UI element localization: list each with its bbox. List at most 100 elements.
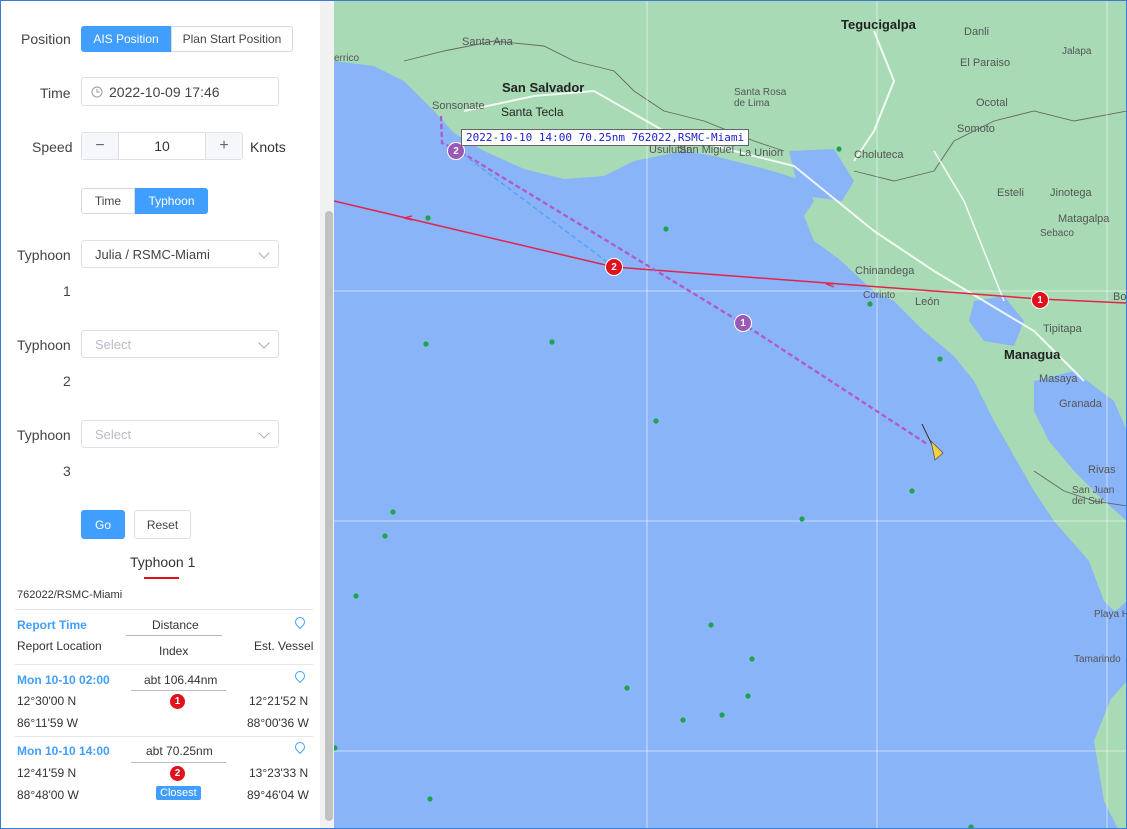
place-label: Chinandega [855, 265, 915, 277]
typhoon-3-label: Typhoon [17, 427, 71, 443]
place-label: León [915, 296, 940, 308]
typhoon-3-placeholder: Select [95, 427, 132, 442]
city-managua: Managua [1004, 347, 1061, 362]
map-canvas[interactable] [334, 1, 1127, 828]
chevron-down-icon [258, 337, 270, 349]
place-label: Ocotal [976, 97, 1008, 109]
mode-time-button[interactable]: Time [81, 188, 135, 214]
location-pin-icon[interactable] [292, 739, 308, 755]
typhoon-1-index: 1 [63, 283, 71, 299]
header-report-location: Report Location [17, 639, 102, 653]
place-label: Santa Ana [462, 36, 513, 48]
place-label: Somoto [957, 123, 995, 135]
row-1-distance: abt 106.44nm [144, 673, 218, 687]
city-tegucigalpa: Tegucigalpa [841, 17, 916, 32]
reset-button[interactable]: Reset [134, 510, 191, 539]
panel-scrollbar-thumb[interactable] [325, 211, 333, 821]
position-label: Position [21, 31, 71, 47]
row-1-index-badge: 1 [170, 694, 185, 709]
typhoon-1-select[interactable]: Julia / RSMC-Miami [81, 240, 279, 268]
place-label: Jalapa [1062, 46, 1092, 57]
ais-position-button[interactable]: AIS Position [81, 26, 171, 52]
speed-unit: Knots [250, 139, 286, 155]
place-label: Jinotega [1050, 187, 1092, 199]
speed-label: Speed [32, 139, 73, 155]
place-label: Playa H [1094, 609, 1127, 620]
mode-typhoon-button[interactable]: Typhoon [135, 188, 208, 214]
decrease-speed-button[interactable]: − [82, 133, 118, 159]
time-label: Time [40, 85, 71, 101]
header-index: Index [159, 644, 189, 658]
place-label: Masaya [1039, 373, 1078, 385]
result-tab-typhoon-1[interactable]: Typhoon 1 [130, 554, 195, 570]
divider [15, 736, 313, 737]
row-2-vessel-lon: 89°46'04 W [247, 788, 309, 802]
place-label: Choluteca [854, 149, 904, 161]
typhoon-3-index: 3 [63, 463, 71, 479]
city-san-salvador: San Salvador [502, 80, 585, 95]
row-1-vessel-lat: 12°21'52 N [249, 694, 309, 708]
row-1-vessel-lon: 88°00'36 W [247, 716, 309, 730]
place-label: El Paraiso [960, 57, 1011, 69]
typhoon-2-label: Typhoon [17, 337, 71, 353]
typhoon-1-value: Julia / RSMC-Miami [95, 247, 210, 262]
row-1-lon: 86°11'59 W [17, 716, 78, 730]
position-toggle: AIS Position Plan Start Position [81, 26, 293, 52]
typhoon-marker-2[interactable]: 2 [605, 258, 623, 276]
location-pin-icon[interactable] [292, 668, 308, 684]
place-label: San Juan del Sur [1072, 485, 1115, 507]
place-label: Tipitapa [1043, 323, 1082, 335]
active-tab-indicator [144, 577, 179, 579]
divider [126, 635, 222, 636]
result-source: 762022/RSMC-Miami [17, 589, 123, 601]
header-distance: Distance [152, 618, 199, 632]
location-pin-icon[interactable] [292, 614, 308, 630]
mode-toggle: Time Typhoon [81, 188, 208, 214]
place-label: Santa Rosa de Lima [734, 87, 787, 109]
divider [131, 690, 226, 691]
increase-speed-button[interactable]: + [206, 133, 242, 159]
row-1-time[interactable]: Mon 10-10 02:00 [17, 673, 110, 687]
divider [131, 762, 226, 763]
clock-icon [91, 86, 103, 98]
place-label: Usulutan [649, 144, 693, 156]
typhoon-2-index: 2 [63, 373, 71, 389]
place-label: Danli [964, 26, 990, 38]
row-2-index-badge: 2 [170, 766, 185, 781]
row-1-lat: 12°30'00 N [17, 694, 77, 708]
divider [15, 609, 313, 610]
plan-start-position-button[interactable]: Plan Start Position [171, 26, 293, 52]
city-santa-tecla: Santa Tecla [501, 105, 564, 119]
place-label: Granada [1059, 398, 1102, 410]
go-button[interactable]: Go [81, 510, 125, 539]
typhoon-marker-1[interactable]: 1 [1031, 291, 1049, 309]
place-label: Esteli [997, 187, 1024, 199]
chevron-down-icon [258, 427, 270, 439]
place-label: Bo [1113, 291, 1127, 303]
divider [15, 664, 313, 665]
chevron-down-icon [258, 247, 270, 259]
typhoon-3-select[interactable]: Select [81, 420, 279, 448]
place-label: Rivas [1088, 464, 1116, 476]
app-window: Position AIS Position Plan Start Positio… [0, 0, 1127, 829]
map-view[interactable]: 2 1 2 1 2022-10-10 14:00 70.25nm 762022,… [334, 1, 1127, 828]
typhoon-2-placeholder: Select [95, 337, 132, 352]
header-est-vessel: Est. Vessel [254, 639, 314, 653]
row-2-vessel-lat: 13°23'33 N [249, 766, 309, 780]
route-marker-1[interactable]: 1 [734, 314, 752, 332]
row-2-lon: 88°48'00 W [17, 788, 79, 802]
place-label: Sonsonate [432, 100, 485, 112]
header-report-time: Report Time [17, 618, 87, 632]
place-label: Matagalpa [1058, 213, 1110, 225]
row-2-lat: 12°41'59 N [17, 766, 77, 780]
time-input[interactable]: 2022-10-09 17:46 [81, 77, 279, 106]
place-label: La Union [739, 147, 784, 159]
place-label: Tamarindo [1074, 654, 1121, 665]
typhoon-1-label: Typhoon [17, 247, 71, 263]
row-2-time[interactable]: Mon 10-10 14:00 [17, 744, 110, 758]
place-label: Corinto [863, 290, 896, 301]
control-panel: Position AIS Position Plan Start Positio… [1, 1, 334, 828]
speed-input[interactable]: 10 [118, 133, 206, 159]
typhoon-2-select[interactable]: Select [81, 330, 279, 358]
closest-badge: Closest [156, 786, 201, 800]
